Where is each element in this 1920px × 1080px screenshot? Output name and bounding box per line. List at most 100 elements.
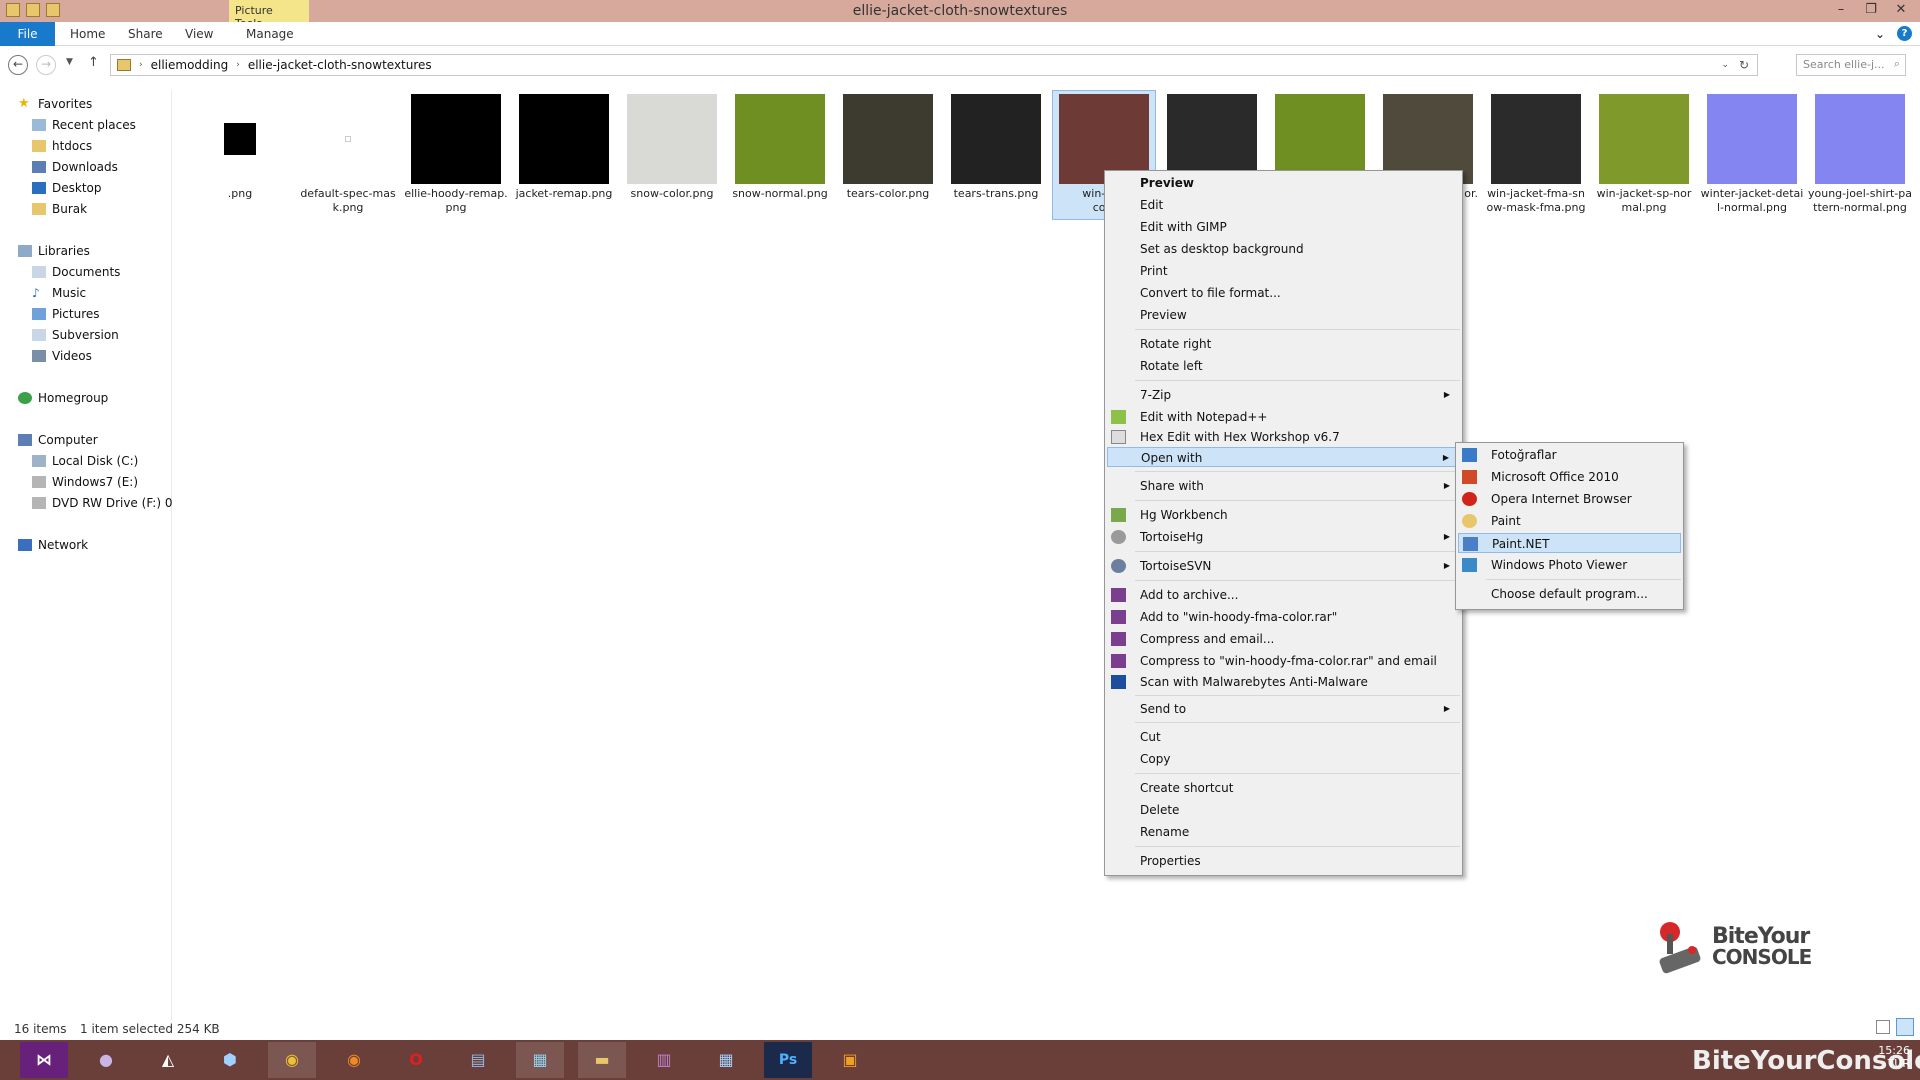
menu-item-delete[interactable]: Delete (1107, 800, 1460, 820)
menu-item-add-rar[interactable]: Add to "win-hoody-fma-color.rar" (1107, 607, 1460, 627)
menu-item-set-background[interactable]: Set as desktop background (1107, 239, 1460, 259)
menu-item-send-to[interactable]: Send to ▶ (1107, 699, 1460, 719)
menu-item-preview-default[interactable]: Preview (1107, 173, 1460, 193)
sidebar-item-libraries[interactable]: Libraries (18, 241, 90, 261)
sidebar-item-favorites[interactable]: ★ Favorites (18, 94, 92, 114)
tab-home[interactable]: Home (70, 22, 105, 46)
sidebar-item-burak[interactable]: Burak (32, 199, 87, 219)
winrar-icon[interactable]: ▥ (640, 1042, 688, 1078)
menu-item-compress-email[interactable]: Compress and email... (1107, 629, 1460, 649)
tab-view[interactable]: View (185, 22, 213, 46)
submenu-item-paint[interactable]: Paint (1458, 511, 1681, 531)
menu-item-compress-rar-email[interactable]: Compress to "win-hoody-fma-color.rar" an… (1107, 651, 1460, 671)
network-app-icon[interactable]: ▦ (516, 1042, 564, 1078)
back-icon[interactable]: ← (8, 55, 28, 75)
submenu-item-opera[interactable]: Opera Internet Browser (1458, 489, 1681, 509)
input-language[interactable]: TUR (1878, 1057, 1910, 1070)
sidebar-item-documents[interactable]: Documents (32, 262, 120, 282)
file-item[interactable]: tears-trans.png (944, 94, 1048, 201)
recent-locations-icon[interactable]: ▼ (66, 57, 73, 67)
menu-item-7zip[interactable]: 7-Zip ▶ (1107, 385, 1460, 405)
sidebar-item-computer[interactable]: Computer (18, 430, 98, 450)
submenu-item-paintnet[interactable]: Paint.NET (1458, 533, 1681, 553)
tab-manage[interactable]: Manage (246, 22, 294, 46)
menu-item-convert[interactable]: Convert to file format... (1107, 283, 1460, 303)
up-icon[interactable]: ↑ (88, 55, 99, 70)
address-bar[interactable]: › elliemodding › ellie-jacket-cloth-snow… (110, 54, 1758, 76)
search-icon[interactable]: ⌕ (1894, 57, 1900, 71)
file-item[interactable]: winter-jacket-detail-normal.png (1700, 94, 1804, 215)
close-icon[interactable]: ✕ (1886, 0, 1916, 22)
menu-item-open-with[interactable]: Open with ▶ (1107, 447, 1460, 467)
eclipse-icon[interactable]: ● (82, 1042, 130, 1078)
minimize-icon[interactable]: – (1826, 0, 1856, 22)
menu-item-rotate-right[interactable]: Rotate right (1107, 334, 1460, 354)
sidebar-item-music[interactable]: ♪ Music (32, 283, 86, 303)
menu-item-create-shortcut[interactable]: Create shortcut (1107, 778, 1460, 798)
ribbon-expand-icon[interactable]: ⌄ (1875, 27, 1885, 41)
file-item[interactable]: snow-color.png (620, 94, 724, 201)
sidebar-item-windows7[interactable]: Windows7 (E:) (32, 472, 138, 492)
menu-item-hg-workbench[interactable]: Hg Workbench (1107, 505, 1460, 525)
unity-icon[interactable]: ◭ (144, 1042, 192, 1078)
submenu-item-photo-viewer[interactable]: Windows Photo Viewer (1458, 555, 1681, 575)
refresh-icon[interactable]: ↻ (1739, 58, 1749, 72)
sidebar-item-videos[interactable]: Videos (32, 346, 92, 366)
submenu-item-choose-default[interactable]: Choose default program... (1458, 584, 1681, 604)
menu-item-rotate-left[interactable]: Rotate left (1107, 356, 1460, 376)
editor-app-icon[interactable]: ▤ (454, 1042, 502, 1078)
file-item[interactable]: default-spec-mask.png (296, 94, 400, 215)
menu-item-copy[interactable]: Copy (1107, 749, 1460, 769)
paint-app-icon[interactable]: ▣ (826, 1042, 874, 1078)
sidebar-item-network[interactable]: Network (18, 535, 88, 555)
file-item[interactable]: win-jacket-fma-snow-mask-fma.png (1484, 94, 1588, 215)
file-item[interactable]: tears-color.png (836, 94, 940, 201)
menu-item-share-with[interactable]: Share with ▶ (1107, 476, 1460, 496)
menu-item-hex-edit[interactable]: Hex Edit with Hex Workshop v6.7 (1107, 427, 1460, 447)
breadcrumb-item[interactable]: elliemodding (151, 58, 229, 72)
sidebar-item-dvd[interactable]: DVD RW Drive (F:) 03 M (32, 493, 172, 513)
menu-item-print[interactable]: Print (1107, 261, 1460, 281)
photoshop-icon[interactable]: Ps (764, 1042, 812, 1078)
sidebar-item-subversion[interactable]: Subversion (32, 325, 119, 345)
sidebar-item-recent[interactable]: Recent places (32, 115, 136, 135)
file-item[interactable]: win-jacket-sp-normal.png (1592, 94, 1696, 215)
menu-item-tortoisesvn[interactable]: TortoiseSVN ▶ (1107, 556, 1460, 576)
file-item[interactable]: snow-normal.png (728, 94, 832, 201)
menu-item-edit-gimp[interactable]: Edit with GIMP (1107, 217, 1460, 237)
opera-icon[interactable]: O (392, 1042, 440, 1078)
visual-studio-icon[interactable]: ⋈ (20, 1042, 68, 1078)
forward-icon[interactable]: → (36, 55, 56, 75)
chrome-icon[interactable]: ◉ (268, 1042, 316, 1078)
sidebar-item-pictures[interactable]: Pictures (32, 304, 100, 324)
help-icon[interactable]: ? (1897, 26, 1912, 41)
sidebar-item-desktop[interactable]: Desktop (32, 178, 102, 198)
menu-item-edit[interactable]: Edit (1107, 195, 1460, 215)
calculator-icon[interactable]: ▦ (702, 1042, 750, 1078)
cube-app-icon[interactable]: ⬢ (206, 1042, 254, 1078)
sidebar-item-local-disk[interactable]: Local Disk (C:) (32, 451, 138, 471)
tab-share[interactable]: Share (128, 22, 163, 46)
large-icons-view-icon[interactable] (1896, 1018, 1914, 1036)
address-dropdown-icon[interactable]: ⌄ (1721, 60, 1729, 70)
submenu-item-office[interactable]: Microsoft Office 2010 (1458, 467, 1681, 487)
clock-time[interactable]: 15:26 (1878, 1044, 1910, 1057)
breadcrumb-item[interactable]: ellie-jacket-cloth-snowtextures (248, 58, 432, 72)
file-item[interactable]: .png (188, 94, 292, 201)
file-item[interactable]: ellie-hoody-remap.png (404, 94, 508, 215)
file-explorer-icon[interactable]: ▬ (578, 1042, 626, 1078)
menu-item-notepad[interactable]: Edit with Notepad++ (1107, 407, 1460, 427)
menu-item-preview[interactable]: Preview (1107, 305, 1460, 325)
menu-item-cut[interactable]: Cut (1107, 727, 1460, 747)
sidebar-item-htdocs[interactable]: htdocs (32, 136, 92, 156)
search-input[interactable]: Search ellie-j... ⌕ (1796, 54, 1906, 76)
submenu-item-fotograflar[interactable]: Fotoğraflar (1458, 445, 1681, 465)
menu-item-malwarebytes[interactable]: Scan with Malwarebytes Anti-Malware (1107, 672, 1460, 692)
menu-item-tortoisehg[interactable]: TortoiseHg ▶ (1107, 527, 1460, 547)
sidebar-item-downloads[interactable]: Downloads (32, 157, 118, 177)
details-view-icon[interactable] (1876, 1020, 1890, 1034)
sidebar-item-homegroup[interactable]: Homegroup (18, 388, 108, 408)
maximize-icon[interactable]: ❐ (1856, 0, 1886, 22)
menu-item-rename[interactable]: Rename (1107, 822, 1460, 842)
menu-item-properties[interactable]: Properties (1107, 851, 1460, 871)
